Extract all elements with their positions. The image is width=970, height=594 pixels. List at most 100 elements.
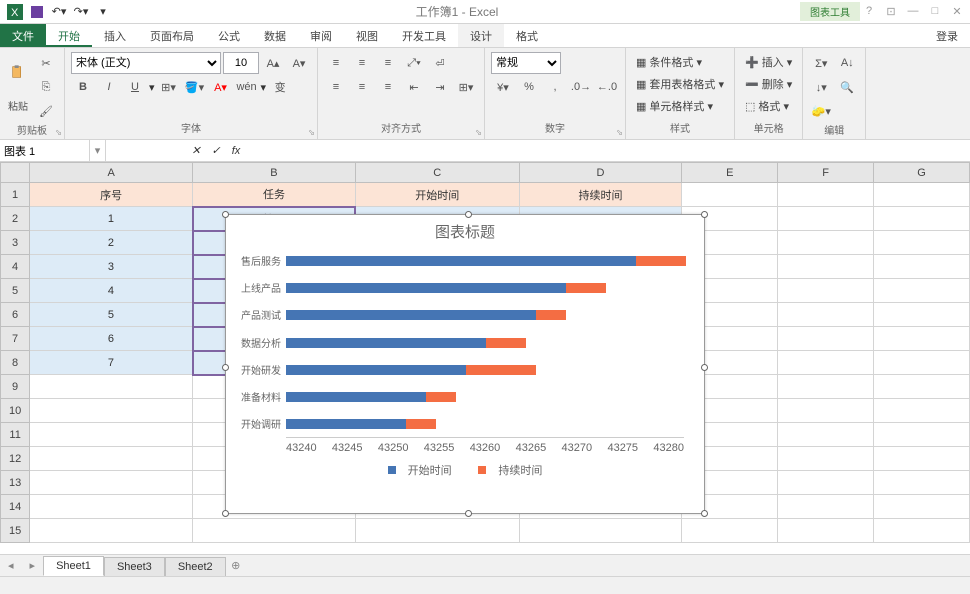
cell[interactable] (874, 447, 970, 471)
worksheet-grid[interactable]: A B C D E F G 1 序号 任务 开始时间 持续时间 2 1 开始调研… (0, 162, 970, 562)
paste-icon[interactable] (6, 52, 30, 92)
merge-icon[interactable]: ⊞▾ (454, 76, 478, 98)
cell[interactable] (778, 471, 874, 495)
dialog-launcher-icon[interactable]: ⬂ (616, 128, 623, 137)
font-name-select[interactable]: 宋体 (正文) (71, 52, 221, 74)
cell[interactable] (682, 519, 778, 543)
close-icon[interactable]: ✕ (948, 5, 966, 18)
row-header[interactable]: 1 (1, 183, 30, 207)
tab-page-layout[interactable]: 页面布局 (138, 24, 206, 47)
resize-handle[interactable] (701, 510, 708, 517)
align-middle-icon[interactable]: ≡ (350, 52, 374, 74)
cell[interactable]: 持续时间 (519, 183, 682, 207)
chart-bar[interactable]: 准备材料 (286, 392, 456, 402)
tab-data[interactable]: 数据 (252, 24, 298, 47)
align-left-icon[interactable]: ≡ (324, 76, 348, 98)
tab-developer[interactable]: 开发工具 (390, 24, 458, 47)
cell[interactable] (778, 351, 874, 375)
cell[interactable]: 开始时间 (355, 183, 519, 207)
cell[interactable]: 任务 (193, 183, 356, 207)
embedded-chart[interactable]: 图表标题 售后服务上线产品产品测试数据分析开始研发准备材料开始调研 432404… (225, 214, 705, 514)
col-header[interactable]: G (874, 163, 970, 183)
cell[interactable]: 5 (30, 303, 193, 327)
insert-cells-button[interactable]: ➕插入 ▾ (741, 52, 796, 72)
conditional-format-button[interactable]: ▦条件格式 ▾ (632, 52, 706, 72)
chart-bar[interactable]: 数据分析 (286, 338, 526, 348)
cell[interactable] (874, 471, 970, 495)
cell[interactable] (778, 279, 874, 303)
cell-styles-button[interactable]: ▦单元格样式 ▾ (632, 96, 717, 116)
tab-file[interactable]: 文件 (0, 24, 46, 47)
save-icon[interactable] (27, 2, 47, 22)
cell[interactable]: 2 (30, 231, 193, 255)
cell[interactable] (874, 375, 970, 399)
chart-plot-area[interactable]: 售后服务上线产品产品测试数据分析开始研发准备材料开始调研 (286, 248, 684, 438)
tab-formulas[interactable]: 公式 (206, 24, 252, 47)
sheet-nav-prev-icon[interactable]: ◂ (0, 559, 22, 572)
format-cells-button[interactable]: ⬚格式 ▾ (741, 96, 793, 116)
cell[interactable] (30, 519, 193, 543)
cell[interactable] (874, 423, 970, 447)
italic-button[interactable]: I (97, 76, 121, 98)
cell[interactable] (30, 447, 193, 471)
cell[interactable] (874, 303, 970, 327)
cell[interactable] (778, 519, 874, 543)
fill-icon[interactable]: ↓▾ (809, 76, 833, 98)
underline-button[interactable]: U (123, 76, 147, 98)
row-header[interactable]: 2 (1, 207, 30, 231)
row-header[interactable]: 9 (1, 375, 30, 399)
col-header[interactable]: B (193, 163, 356, 183)
autosum-icon[interactable]: Σ▾ (809, 52, 833, 74)
row-header[interactable]: 6 (1, 303, 30, 327)
cell[interactable] (874, 351, 970, 375)
font-size-input[interactable] (223, 52, 259, 74)
cell[interactable] (778, 495, 874, 519)
cell[interactable]: 3 (30, 255, 193, 279)
sort-filter-icon[interactable]: A↓ (835, 52, 859, 74)
cell[interactable] (874, 183, 970, 207)
add-sheet-button[interactable]: ⊕ (226, 559, 246, 572)
formula-input[interactable] (246, 140, 970, 161)
name-box-input[interactable] (0, 140, 90, 161)
decrease-font-icon[interactable]: A▾ (287, 52, 311, 74)
enter-icon[interactable]: ✓ (206, 140, 226, 161)
resize-handle[interactable] (701, 211, 708, 218)
dialog-launcher-icon[interactable]: ⬂ (475, 128, 482, 137)
qat-customize-icon[interactable]: ▾ (93, 2, 113, 22)
row-header[interactable]: 7 (1, 327, 30, 351)
cell[interactable] (30, 399, 193, 423)
inc-decimal-icon[interactable]: .0→ (569, 76, 593, 98)
help-icon[interactable]: ? (860, 5, 878, 18)
cell[interactable] (778, 183, 874, 207)
col-header[interactable]: D (519, 163, 682, 183)
cell[interactable] (778, 207, 874, 231)
paste-label[interactable]: 粘贴 (6, 94, 30, 116)
col-header[interactable]: A (30, 163, 193, 183)
align-top-icon[interactable]: ≡ (324, 52, 348, 74)
resize-handle[interactable] (465, 510, 472, 517)
sheet-tab[interactable]: Sheet3 (104, 557, 165, 576)
copy-icon[interactable]: ⎘ (34, 76, 58, 98)
tab-insert[interactable]: 插入 (92, 24, 138, 47)
cell[interactable]: 7 (30, 351, 193, 375)
cell[interactable]: 4 (30, 279, 193, 303)
redo-icon[interactable]: ↷▾ (71, 2, 91, 22)
col-header[interactable]: E (682, 163, 778, 183)
cell[interactable] (355, 519, 519, 543)
tab-home[interactable]: 开始 (46, 24, 92, 47)
indent-dec-icon[interactable]: ⇤ (402, 76, 426, 98)
cell[interactable] (778, 399, 874, 423)
resize-handle[interactable] (465, 211, 472, 218)
row-header[interactable]: 4 (1, 255, 30, 279)
row-header[interactable]: 11 (1, 423, 30, 447)
chart-legend[interactable]: 开始时间 持续时间 (226, 462, 704, 478)
align-bottom-icon[interactable]: ≡ (376, 52, 400, 74)
cell[interactable] (193, 519, 356, 543)
convert-button[interactable]: 变 (268, 76, 292, 98)
col-header[interactable]: C (355, 163, 519, 183)
cell[interactable] (874, 255, 970, 279)
login-link[interactable]: 登录 (924, 24, 970, 47)
row-header[interactable]: 12 (1, 447, 30, 471)
wrap-text-icon[interactable]: ⏎ (428, 52, 452, 74)
indent-inc-icon[interactable]: ⇥ (428, 76, 452, 98)
